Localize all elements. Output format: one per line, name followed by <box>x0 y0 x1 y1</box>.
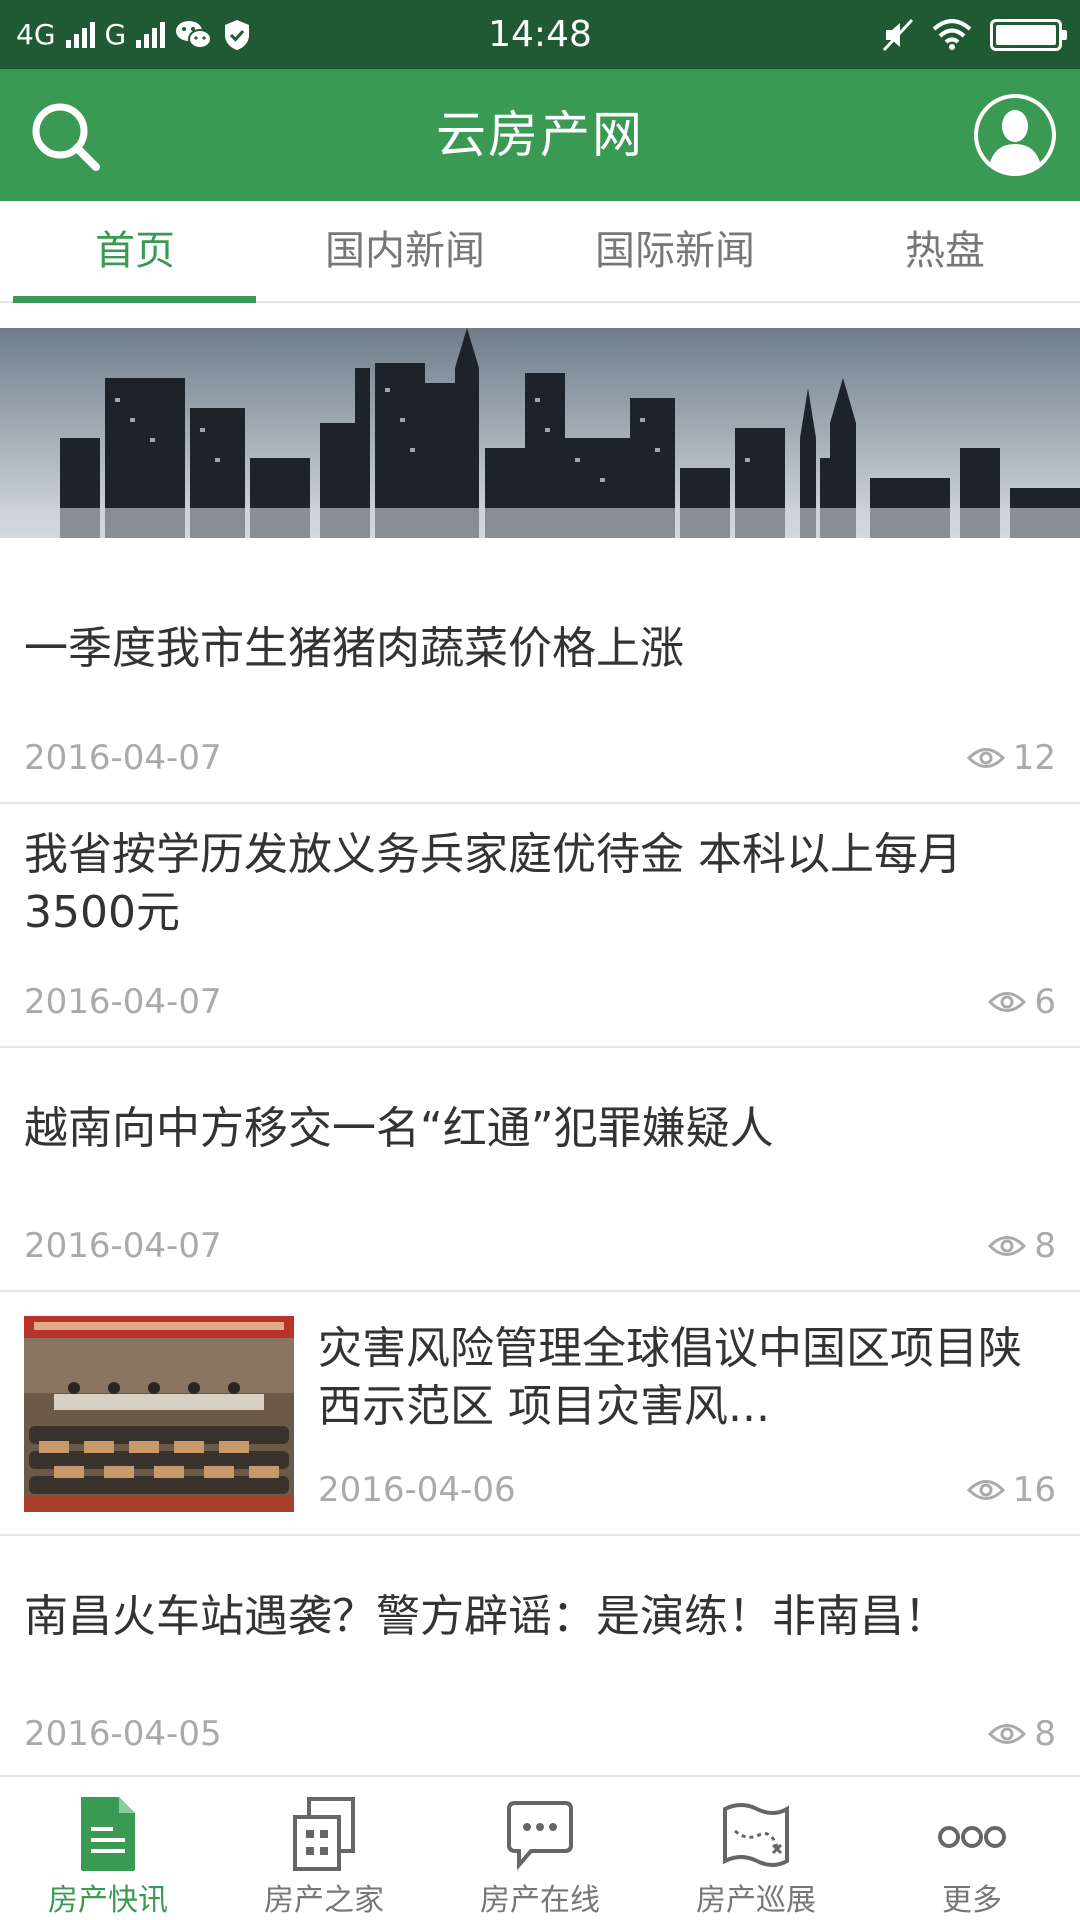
city-skyline-banner[interactable] <box>0 328 1080 538</box>
nav-more[interactable]: 更多 <box>864 1777 1080 1920</box>
view-count: 6 <box>1034 982 1056 1022</box>
news-views: 6 <box>988 982 1056 1022</box>
news-item[interactable]: 我省按学历发放义务兵家庭优待金 本科以上每月3500元 2016-04-07 6 <box>0 804 1080 1048</box>
tab-hot-properties[interactable]: 热盘 <box>810 201 1080 301</box>
news-title: 南昌火车站遇袭？警方辟谣：是演练！非南昌！ <box>24 1591 948 1642</box>
nav-label: 房产在线 <box>480 1883 600 1918</box>
news-title: 一季度我市生猪猪肉蔬菜价格上涨 <box>24 623 684 674</box>
bottom-navigation: 房产快讯 房产之家 房产在线 房产巡展 更多 <box>0 1775 1080 1920</box>
building-icon <box>293 1797 355 1871</box>
nav-label: 房产巡展 <box>696 1883 816 1918</box>
tab-international-news[interactable]: 国际新闻 <box>540 201 810 301</box>
news-title: 越南向中方移交一名“红通”犯罪嫌疑人 <box>24 1103 774 1154</box>
app-title: 云房产网 <box>436 106 644 164</box>
battery-icon <box>990 18 1067 51</box>
news-date: 2016-04-07 <box>24 982 222 1022</box>
news-item[interactable]: 一季度我市生猪猪肉蔬菜价格上涨 2016-04-07 12 <box>0 538 1080 804</box>
nav-property-online[interactable]: 房产在线 <box>432 1777 648 1920</box>
nav-property-home[interactable]: 房产之家 <box>216 1777 432 1920</box>
news-thumbnail <box>24 1316 294 1512</box>
chat-bubble-icon <box>507 1801 573 1871</box>
status-right <box>882 0 1067 69</box>
news-item[interactable]: 越南向中方移交一名“红通”犯罪嫌疑人 2016-04-07 8 <box>0 1048 1080 1292</box>
eye-icon <box>988 992 1027 1012</box>
eye-icon <box>966 1480 1005 1500</box>
tab-home[interactable]: 首页 <box>0 201 270 303</box>
nav-label: 房产之家 <box>264 1883 384 1918</box>
news-views: 8 <box>988 1714 1056 1754</box>
news-views: 12 <box>966 738 1056 778</box>
news-title: 灾害风险管理全球倡议中国区项目陕西示范区 项目灾害风... <box>318 1323 1022 1432</box>
eye-icon <box>988 1236 1027 1256</box>
view-count: 16 <box>1012 1470 1056 1510</box>
nav-label: 房产快讯 <box>48 1883 168 1918</box>
status-bar: 4G G 14:48 <box>0 0 1080 69</box>
mute-icon <box>882 18 914 51</box>
nav-property-news[interactable]: 房产快讯 <box>0 1777 216 1920</box>
view-count: 8 <box>1034 1714 1056 1754</box>
nav-property-exhibition[interactable]: 房产巡展 <box>648 1777 864 1920</box>
news-title: 我省按学历发放义务兵家庭优待金 本科以上每月3500元 <box>24 829 962 938</box>
view-count: 12 <box>1012 738 1056 778</box>
news-views: 8 <box>988 1226 1056 1266</box>
eye-icon <box>966 748 1005 768</box>
tab-domestic-news[interactable]: 国内新闻 <box>270 201 540 301</box>
news-date: 2016-04-05 <box>24 1714 222 1754</box>
document-icon <box>81 1797 135 1871</box>
view-count: 8 <box>1034 1226 1056 1266</box>
news-item[interactable]: 灾害风险管理全球倡议中国区项目陕西示范区 项目灾害风... 2016-04-06… <box>0 1292 1080 1536</box>
eye-icon <box>988 1724 1027 1744</box>
news-date: 2016-04-07 <box>24 1226 222 1266</box>
news-date: 2016-04-06 <box>318 1470 516 1510</box>
category-tabs: 首页 国内新闻 国际新闻 热盘 <box>0 201 1080 303</box>
avatar-icon[interactable] <box>972 92 1058 178</box>
wifi-icon <box>932 18 972 50</box>
map-icon <box>723 1803 789 1867</box>
nav-label: 更多 <box>942 1883 1002 1918</box>
news-views: 16 <box>966 1470 1056 1510</box>
more-dots-icon <box>938 1826 1006 1848</box>
news-item[interactable]: 南昌火车站遇袭？警方辟谣：是演练！非南昌！ 2016-04-05 8 <box>0 1536 1080 1775</box>
app-header: 云房产网 <box>0 69 1080 201</box>
news-date: 2016-04-07 <box>24 738 222 778</box>
skyline-image <box>0 328 1080 538</box>
conference-photo <box>24 1316 294 1512</box>
